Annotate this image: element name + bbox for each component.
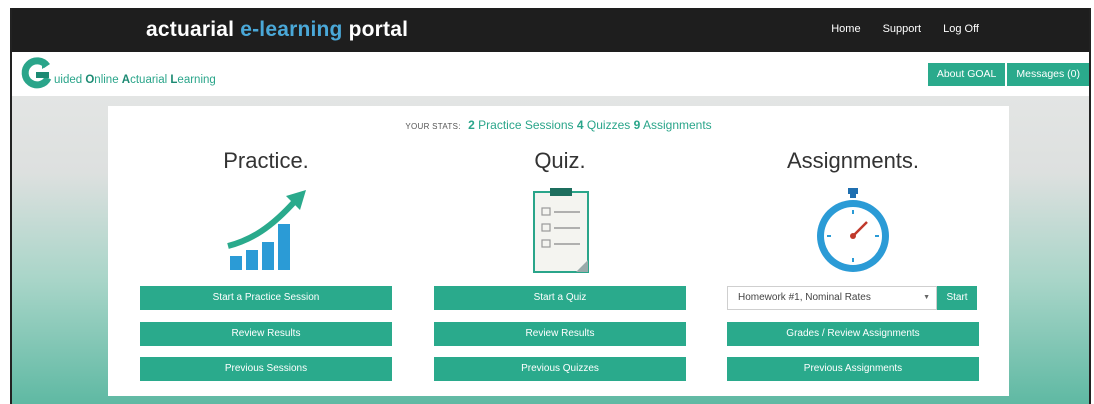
tagline-part: O [85, 74, 95, 86]
nav-support-link[interactable]: Support [883, 23, 922, 35]
assignment-select-value: Homework #1, Nominal Rates [738, 292, 871, 303]
about-goal-button[interactable]: About GOAL [927, 63, 1006, 86]
brand-part-3: portal [342, 18, 409, 41]
stopwatch-icon [817, 188, 889, 272]
chevron-down-icon: ▼ [923, 294, 930, 301]
tagline-part: uided [54, 74, 86, 86]
dashboard-panel: YOUR STATS: 2 Practice Sessions 4 Quizze… [108, 106, 1009, 396]
bar-chart-growth-icon [227, 190, 306, 270]
tagline-part: nline [94, 74, 122, 86]
start-quiz-button[interactable]: Start a Quiz [434, 286, 686, 310]
tagline-part: A [121, 74, 131, 86]
previous-sessions-button[interactable]: Previous Sessions [140, 357, 392, 381]
start-assignment-button[interactable]: Start [937, 286, 977, 310]
app-frame: actuarial e-learning portal Home Support… [10, 8, 1091, 404]
brand-part-2: e-learning [240, 18, 343, 41]
practice-count: 2 [468, 118, 475, 132]
quiz-review-results-button[interactable]: Review Results [434, 322, 686, 346]
previous-assignments-button[interactable]: Previous Assignments [727, 357, 979, 381]
assignments-title: Assignments. [786, 148, 920, 173]
practice-review-results-button[interactable]: Review Results [140, 322, 392, 346]
logo-row: uided Online Actuarial Learning About GO… [12, 52, 1089, 96]
brand-part-1: actuarial [146, 18, 241, 41]
practice-count-label: Practice Sessions [478, 118, 574, 132]
assignment-count: 9 [633, 118, 641, 132]
tagline-part: earning [177, 74, 216, 86]
assignment-count-label: Assignments [642, 118, 712, 132]
messages-button[interactable]: Messages (0) [1007, 63, 1089, 86]
quiz-count-label: Quizzes [586, 118, 631, 132]
top-nav: Home Support Log Off [831, 23, 979, 35]
portal-title: actuarial e-learning portal [146, 18, 408, 42]
tagline-part: ctuarial [130, 74, 171, 86]
start-practice-button[interactable]: Start a Practice Session [140, 286, 392, 310]
top-bar: actuarial e-learning portal Home Support… [12, 8, 1089, 52]
goal-logo-icon[interactable] [20, 56, 54, 90]
quiz-title: Quiz. [534, 148, 586, 173]
quiz-count: 4 [576, 118, 584, 132]
previous-quizzes-button[interactable]: Previous Quizzes [434, 357, 686, 381]
header-actions: About GOAL Messages (0) [927, 63, 1089, 86]
stats-label: YOUR STATS: [405, 122, 461, 131]
nav-home-link[interactable]: Home [831, 23, 860, 35]
user-stats: YOUR STATS: 2 Practice Sessions 4 Quizze… [108, 118, 1009, 132]
clipboard-icon [533, 188, 589, 273]
nav-logoff-link[interactable]: Log Off [943, 23, 979, 35]
assignment-select[interactable]: Homework #1, Nominal Rates ▼ [727, 286, 937, 310]
logo-tagline: uided Online Actuarial Learning [54, 74, 216, 86]
practice-title: Practice. [223, 148, 309, 173]
grades-review-assignments-button[interactable]: Grades / Review Assignments [727, 322, 979, 346]
